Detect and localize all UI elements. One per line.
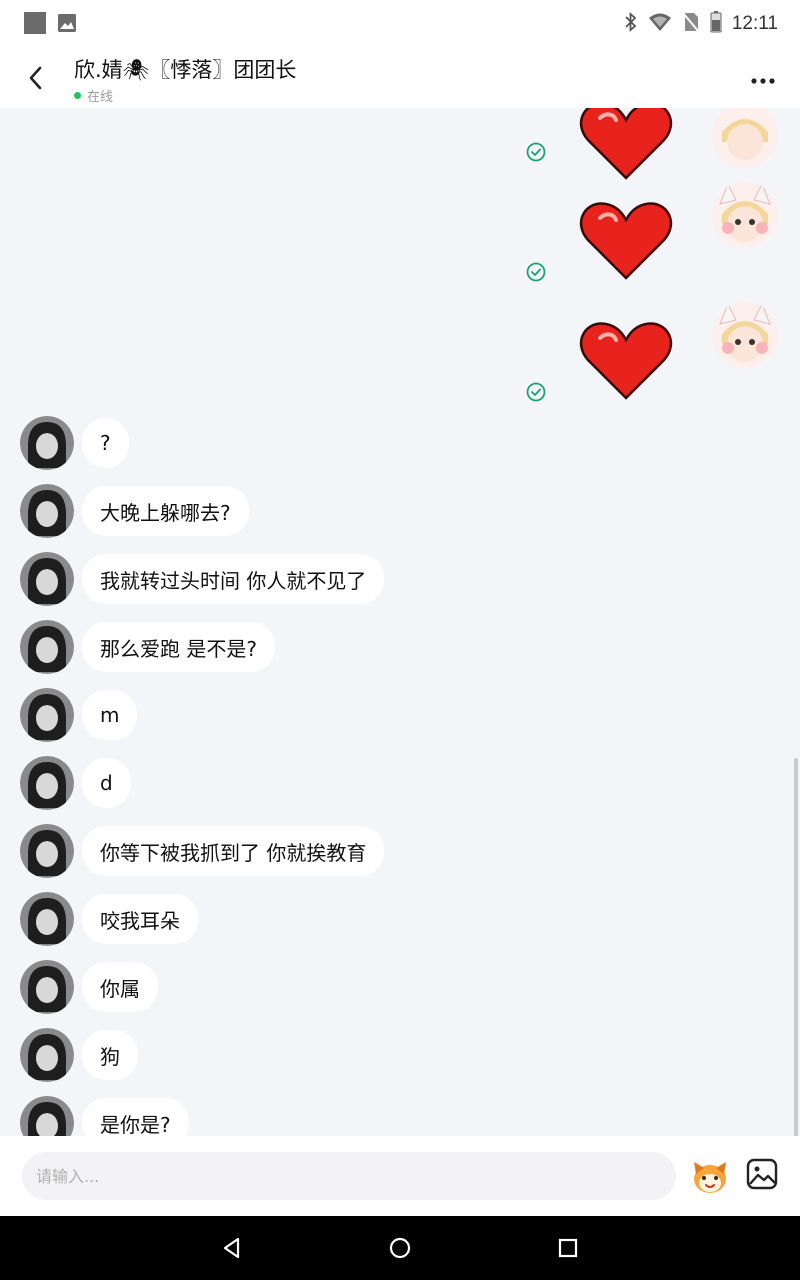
heart-sticker[interactable] xyxy=(578,198,674,286)
online-status-text: 在线 xyxy=(87,90,114,105)
contact-avatar[interactable] xyxy=(20,892,74,946)
received-message: 狗 xyxy=(20,1028,138,1082)
received-message: 大晚上躲哪去? xyxy=(20,484,249,538)
contact-avatar[interactable] xyxy=(20,620,74,674)
delivered-check-icon xyxy=(526,142,546,162)
contact-avatar[interactable] xyxy=(20,1096,74,1136)
battery-icon xyxy=(710,10,722,38)
message-bubble[interactable]: 大晚上躲哪去? xyxy=(82,486,249,536)
online-status: 在线 xyxy=(74,86,296,105)
nav-recents-icon[interactable] xyxy=(556,1236,580,1260)
received-message: 咬我耳朵 xyxy=(20,892,198,946)
message-bubble[interactable]: 那么爱跑 是不是? xyxy=(82,622,275,672)
contact-avatar[interactable] xyxy=(20,960,74,1014)
received-message: 你等下被我抓到了 你就挨教育 xyxy=(20,824,385,878)
no-sim-icon xyxy=(682,11,700,38)
heart-sticker[interactable] xyxy=(578,108,674,186)
received-message: ? xyxy=(20,416,129,470)
contact-avatar[interactable] xyxy=(20,756,74,810)
message-input[interactable] xyxy=(22,1152,676,1200)
system-nav-bar xyxy=(0,1216,800,1280)
received-message: 你属 xyxy=(20,960,158,1014)
chat-title: 欣.婧🕷〖悸落〗团团长 xyxy=(74,58,297,82)
image-picker-icon[interactable] xyxy=(746,1158,778,1190)
chat-header: 欣.婧🕷〖悸落〗团团长 在线 xyxy=(0,48,800,108)
scrollbar[interactable] xyxy=(794,758,798,1136)
sticker-icon[interactable] xyxy=(690,1156,730,1196)
bluetooth-icon xyxy=(624,11,638,38)
contact-avatar[interactable] xyxy=(20,416,74,470)
message-bubble[interactable]: 是你是? xyxy=(82,1098,189,1136)
message-bubble[interactable]: 我就转过头时间 你人就不见了 xyxy=(82,554,385,604)
message-bubble[interactable]: 狗 xyxy=(82,1030,138,1080)
message-bubble[interactable]: 咬我耳朵 xyxy=(82,894,198,944)
contact-avatar[interactable] xyxy=(20,824,74,878)
back-arrow-icon[interactable] xyxy=(22,62,52,94)
online-dot-icon xyxy=(74,92,81,99)
contact-avatar[interactable] xyxy=(20,552,74,606)
message-bubble[interactable]: m xyxy=(82,690,138,740)
message-bubble[interactable]: d xyxy=(82,758,131,808)
notification-square-icon xyxy=(24,12,46,34)
received-message: m xyxy=(20,688,138,742)
my-avatar[interactable] xyxy=(712,302,778,368)
message-list[interactable]: ? 大晚上躲哪去? 我就转过头时间 你人就不见了 那么爱跑 是不是? m d 你… xyxy=(0,108,800,1136)
nav-back-icon[interactable] xyxy=(220,1236,244,1260)
chat-title-block[interactable]: 欣.婧🕷〖悸落〗团团长 在线 xyxy=(74,54,296,105)
received-message: 我就转过头时间 你人就不见了 xyxy=(20,552,385,606)
status-time: 12:11 xyxy=(731,13,778,34)
heart-sticker[interactable] xyxy=(578,318,674,406)
received-message: 是你是? xyxy=(20,1096,189,1136)
contact-avatar[interactable] xyxy=(20,1028,74,1082)
nav-home-icon[interactable] xyxy=(388,1236,412,1260)
wifi-icon xyxy=(648,12,672,37)
contact-avatar[interactable] xyxy=(20,688,74,742)
delivered-check-icon xyxy=(526,382,546,402)
received-message: d xyxy=(20,756,131,810)
message-bubble[interactable]: 你属 xyxy=(82,962,158,1012)
input-bar xyxy=(0,1136,800,1216)
delivered-check-icon xyxy=(526,262,546,282)
more-options-icon[interactable] xyxy=(748,64,778,94)
received-message: 那么爱跑 是不是? xyxy=(20,620,275,674)
message-bubble[interactable]: ? xyxy=(82,418,129,468)
status-bar: 12:11 xyxy=(0,0,800,48)
my-avatar[interactable] xyxy=(712,182,778,248)
contact-avatar[interactable] xyxy=(20,484,74,538)
my-avatar[interactable] xyxy=(712,108,778,168)
image-notification-icon xyxy=(58,14,76,32)
message-bubble[interactable]: 你等下被我抓到了 你就挨教育 xyxy=(82,826,385,876)
